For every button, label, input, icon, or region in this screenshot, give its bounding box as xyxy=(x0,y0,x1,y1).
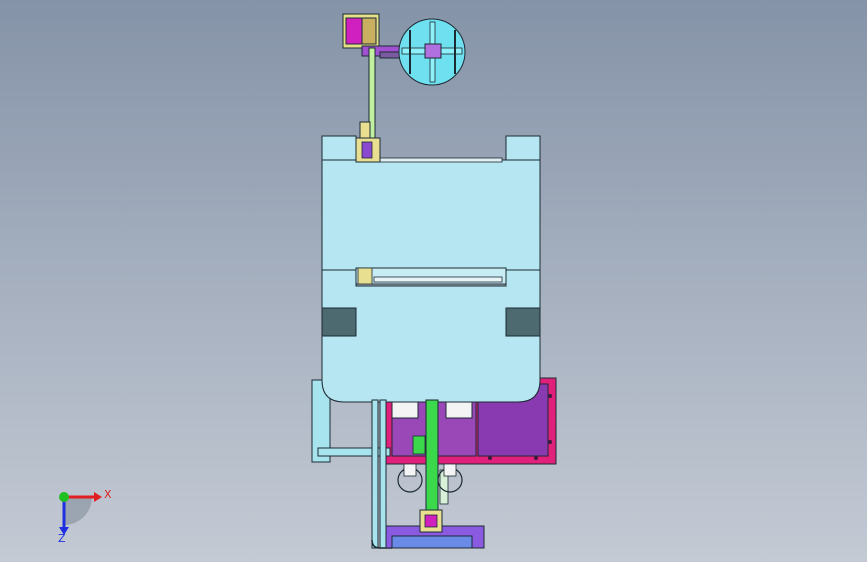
left-bracket-bar xyxy=(317,447,391,457)
vertical-guide-rod xyxy=(359,47,376,145)
base-blue xyxy=(391,535,473,549)
side-guide-left xyxy=(371,399,379,549)
top-motor-core xyxy=(345,17,363,45)
rotary-disk xyxy=(398,18,466,86)
rotary-disk-hub xyxy=(424,43,442,59)
cad-viewport[interactable]: X Z xyxy=(0,0,867,562)
gear-right-hub xyxy=(443,463,457,477)
body-slot-rail xyxy=(373,276,503,283)
main-body[interactable] xyxy=(321,135,541,403)
triad-shadow xyxy=(64,497,92,525)
green-shaft xyxy=(425,399,439,525)
lower-frame-clamp-left xyxy=(391,401,419,419)
body-slot-clip xyxy=(357,267,373,285)
gear-left-hub xyxy=(403,463,417,477)
bottom-base xyxy=(385,509,485,549)
base-clamp-core xyxy=(424,514,438,528)
body-upper-section xyxy=(321,159,541,271)
top-motor-side xyxy=(361,17,377,45)
lower-frame-bolt-2 xyxy=(548,440,552,444)
body-left-dark-slot xyxy=(321,307,357,337)
body-top-clip-core xyxy=(361,141,373,159)
green-block-small xyxy=(412,435,426,455)
lower-frame-bolt-3 xyxy=(488,456,492,460)
lower-frame-bolt-1 xyxy=(548,394,552,398)
y-axis-dot xyxy=(59,492,69,502)
x-axis-arrow xyxy=(94,492,102,502)
z-axis-label: Z xyxy=(58,532,66,545)
coordinate-triad: X Z xyxy=(58,488,112,545)
lower-frame-clamp-right xyxy=(445,401,473,419)
x-axis-label: X xyxy=(104,488,112,501)
body-right-dark-slot xyxy=(505,307,541,337)
side-guide-left-2 xyxy=(379,399,387,549)
lower-frame-bolt-4 xyxy=(534,456,538,460)
body-top-rail xyxy=(371,157,503,163)
